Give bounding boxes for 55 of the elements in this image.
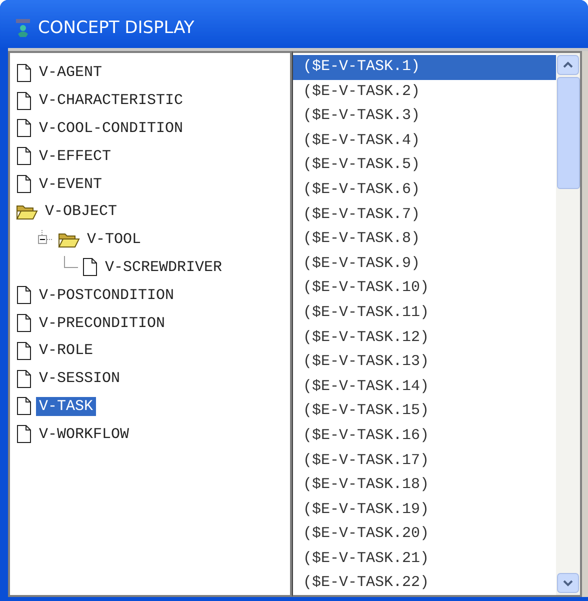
document-icon (16, 396, 32, 416)
document-icon (16, 118, 32, 138)
app-icon (14, 17, 32, 39)
list-item[interactable]: ($E-V-TASK.9) (293, 252, 556, 276)
tree-item[interactable]: V-PRECONDITION (36, 314, 168, 333)
document-icon (16, 285, 32, 306)
list-item[interactable]: ($E-V-TASK.15) (293, 399, 556, 424)
scrollbar[interactable] (556, 53, 580, 595)
list-item[interactable]: ($E-V-TASK.4) (293, 128, 556, 154)
scroll-up-icon[interactable] (557, 55, 579, 75)
list-item[interactable]: ($E-V-TASK.1) (293, 55, 556, 80)
scroll-thumb[interactable] (556, 77, 580, 189)
tree-item[interactable]: V-EVENT (36, 174, 106, 194)
document-icon (16, 174, 32, 194)
list-item[interactable]: ($E-V-TASK.12) (293, 326, 556, 350)
list-item[interactable]: ($E-V-TASK.22) (293, 571, 556, 596)
list-item[interactable]: ($E-V-TASK.3) (293, 104, 556, 129)
list-item[interactable]: ($E-V-TASK.5) (293, 153, 556, 178)
tree-item[interactable]: V-OBJECT (42, 202, 120, 222)
list-item[interactable]: ($E-V-TASK.13) (293, 350, 556, 375)
list-item[interactable]: ($E-V-TASK.11) (293, 300, 556, 326)
list-item[interactable]: ($E-V-TASK.19) (293, 498, 556, 522)
list-item[interactable]: ($E-V-TASK.21) (293, 546, 556, 572)
tree-item[interactable]: V-POSTCONDITION (36, 286, 178, 305)
tree-item[interactable]: V-SESSION (36, 369, 124, 388)
list-item[interactable]: ($E-V-TASK.14) (293, 374, 556, 400)
list-item[interactable]: ($E-V-TASK.10) (293, 276, 556, 301)
document-icon (16, 368, 32, 389)
tree-item[interactable]: V-COOL-CONDITION (36, 118, 186, 138)
window-title: CONCEPT DISPLAY (38, 18, 194, 38)
tree-item[interactable]: V-CHARACTERISTIC (36, 91, 186, 110)
tree-item[interactable]: V-AGENT (36, 63, 106, 82)
document-icon (16, 62, 32, 83)
list-item[interactable]: ($E-V-TASK.6) (293, 178, 556, 203)
tree-item[interactable]: V-TASK (36, 396, 96, 416)
list-item[interactable]: ($E-V-TASK.16) (293, 424, 556, 448)
list-item[interactable]: ($E-V-TASK.18) (293, 473, 556, 498)
tree-item[interactable]: V-TOOL (84, 230, 144, 250)
tree-item[interactable]: V-WORKFLOW (36, 424, 132, 444)
document-icon (16, 146, 32, 166)
list-item[interactable]: ($E-V-TASK.8) (293, 227, 556, 252)
list-item[interactable]: ($E-V-TASK.17) (293, 448, 556, 474)
list-item[interactable]: ($E-V-TASK.20) (293, 522, 556, 547)
document-icon (16, 340, 32, 361)
list-item[interactable]: ($E-V-TASK.2) (293, 80, 556, 104)
document-icon (16, 313, 32, 334)
scroll-down-icon[interactable] (557, 573, 579, 593)
document-icon (16, 90, 32, 111)
tree-item[interactable]: V-EFFECT (36, 146, 114, 166)
list-item[interactable]: ($E-V-TASK.7) (293, 202, 556, 228)
document-icon (82, 257, 98, 278)
document-icon (16, 424, 32, 444)
tree-item[interactable]: V-ROLE (36, 341, 96, 360)
tree-connector (64, 256, 78, 268)
tree-item[interactable]: V-SCREWDRIVER (102, 258, 226, 277)
